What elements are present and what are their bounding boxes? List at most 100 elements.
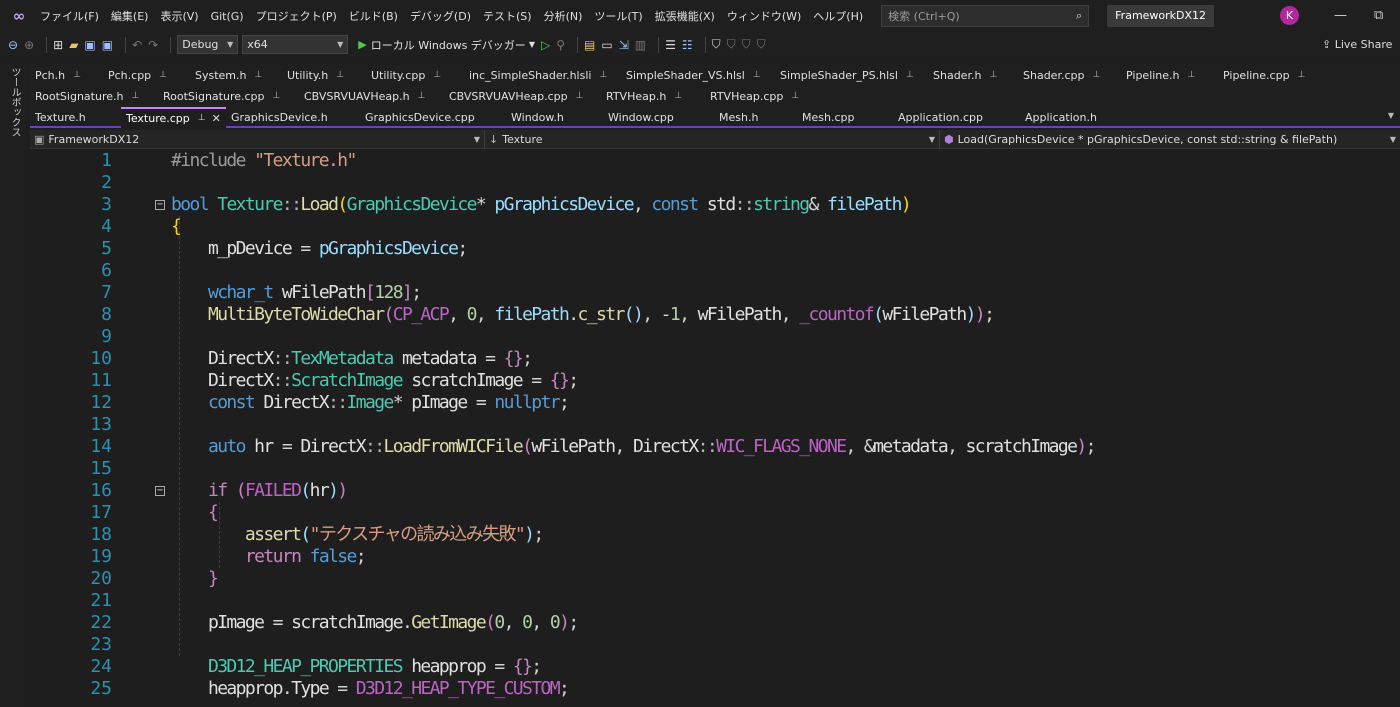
scope-dropdown[interactable]: ↓ Texture ▼: [485, 130, 940, 149]
pin-icon[interactable]: ⊥: [433, 65, 441, 86]
menu-analyze[interactable]: 分析(N): [538, 8, 589, 24]
hot-reload-icon[interactable]: ⚲: [556, 38, 565, 52]
tab-simpleshader-vs[interactable]: SimpleShader_VS.hlsl ⊥: [621, 65, 775, 86]
code-line[interactable]: 6: [30, 260, 1400, 282]
next-bookmark-icon[interactable]: ⛉: [742, 37, 751, 52]
tab-window-cpp[interactable]: Window.cpp: [603, 107, 714, 128]
configuration-dropdown[interactable]: Debug ▼: [177, 35, 239, 54]
tab-rootsignature-cpp[interactable]: RootSignature.cpp ⊥: [158, 86, 299, 107]
undo-icon[interactable]: ↶: [132, 38, 142, 52]
platform-dropdown[interactable]: x64 ▼: [242, 35, 349, 54]
pin-icon[interactable]: ⊥: [131, 86, 139, 107]
menu-project[interactable]: プロジェクト(P): [250, 8, 343, 24]
menu-debug[interactable]: デバッグ(D): [404, 8, 477, 24]
menu-tools[interactable]: ツール(T): [588, 8, 648, 24]
code-line[interactable]: 5 m_pDevice = pGraphicsDevice;: [30, 238, 1400, 260]
bookmark-icon[interactable]: ⛉: [712, 37, 721, 52]
tab-application-h[interactable]: Application.h: [1020, 107, 1135, 128]
tab-graphicsdevice-h[interactable]: GraphicsDevice.h: [226, 107, 360, 128]
close-icon[interactable]: ✕: [212, 108, 221, 129]
comment-icon[interactable]: ☰: [665, 38, 676, 52]
step-icon[interactable]: ⇲: [619, 38, 629, 52]
pin-icon[interactable]: ⊥: [906, 65, 914, 86]
pin-icon[interactable]: ⊥: [1188, 65, 1196, 86]
start-debugging-button[interactable]: ▶ ローカル Windows デバッガー ▼: [358, 37, 535, 53]
tab-shader-h[interactable]: Shader.h ⊥: [928, 65, 1018, 86]
code-line[interactable]: 8 MultiByteToWideChar(CP_ACP, 0, filePat…: [30, 304, 1400, 326]
menu-extensions[interactable]: 拡張機能(X): [649, 8, 721, 24]
tab-overflow-chevron-icon[interactable]: ▼: [1388, 111, 1394, 120]
menu-test[interactable]: テスト(S): [477, 8, 538, 24]
live-share-button[interactable]: ⇪ Live Share: [1322, 38, 1392, 51]
back-icon[interactable]: ⊖: [8, 38, 18, 52]
menu-help[interactable]: ヘルプ(H): [807, 8, 869, 24]
collapse-icon[interactable]: −: [155, 200, 165, 210]
tab-utility-h[interactable]: Utility.h ⊥: [282, 65, 366, 86]
tab-pch-h[interactable]: Pch.h ⊥: [30, 65, 103, 86]
menu-view[interactable]: 表示(V): [154, 8, 204, 24]
save-all-icon[interactable]: ▣: [102, 38, 113, 52]
tab-pch-cpp[interactable]: Pch.cpp ⊥: [103, 65, 190, 86]
code-editor[interactable]: 1 #include "Texture.h" 2 3− bool Texture::…: [30, 150, 1400, 707]
code-line[interactable]: 10 DirectX::TexMetadata metadata = {};: [30, 348, 1400, 370]
pin-icon[interactable]: ⊥: [159, 65, 167, 86]
menu-edit[interactable]: 編集(E): [105, 8, 155, 24]
redo-icon[interactable]: ↷: [148, 38, 158, 52]
code-line[interactable]: 25 heapprop.Type = D3D12_HEAP_TYPE_CUSTO…: [30, 678, 1400, 700]
pin-icon[interactable]: ⊥: [255, 65, 263, 86]
tab-simpleshader-ps[interactable]: SimpleShader_PS.hlsl ⊥: [775, 65, 928, 86]
pin-icon[interactable]: ⊥: [599, 65, 607, 86]
pin-icon[interactable]: ⊥: [1092, 65, 1100, 86]
restore-icon[interactable]: ⧉: [1374, 8, 1383, 23]
member-dropdown[interactable]: ⬢ Load(GraphicsDevice * pGraphicsDevice,…: [940, 130, 1400, 149]
menu-git[interactable]: Git(G): [205, 10, 250, 23]
tab-pipeline-cpp[interactable]: Pipeline.cpp ⊥: [1218, 65, 1328, 86]
tab-rtvheap-cpp[interactable]: RTVHeap.cpp ⊥: [705, 86, 818, 107]
code-line[interactable]: 17 {: [30, 502, 1400, 524]
collapse-icon[interactable]: −: [155, 486, 165, 496]
code-line[interactable]: 1 #include "Texture.h": [30, 150, 1400, 172]
tab-system-h[interactable]: System.h ⊥: [190, 65, 282, 86]
code-line[interactable]: 13: [30, 414, 1400, 436]
clear-bookmarks-icon[interactable]: ⛉: [757, 37, 766, 52]
forward-icon[interactable]: ⊕: [24, 38, 34, 52]
open-folder-icon[interactable]: ▰: [69, 38, 78, 52]
menu-build[interactable]: ビルド(B): [343, 8, 404, 24]
code-line[interactable]: 20 }: [30, 568, 1400, 590]
tab-graphicsdevice-cpp[interactable]: GraphicsDevice.cpp: [360, 107, 506, 128]
code-line[interactable]: 19 return false;: [30, 546, 1400, 568]
toolbox-rail[interactable]: ツールボックス: [0, 63, 27, 707]
project-dropdown[interactable]: ▣ FrameworkDX12 ▼: [30, 130, 485, 149]
code-line[interactable]: 23: [30, 634, 1400, 656]
menu-file[interactable]: ファイル(F): [34, 8, 105, 24]
tab-cbvsrvuavheap-cpp[interactable]: CBVSRVUAVHeap.cpp ⊥: [444, 86, 601, 107]
prev-bookmark-icon[interactable]: ⛉: [727, 37, 736, 52]
pin-icon[interactable]: ⊥: [418, 86, 426, 107]
code-line[interactable]: 11 DirectX::ScratchImage scratchImage = …: [30, 370, 1400, 392]
code-line[interactable]: 3 − bool Texture::Load(GraphicsDevice* pGr…: [30, 194, 1400, 216]
tab-utility-cpp[interactable]: Utility.cpp ⊥: [366, 65, 464, 86]
new-project-icon[interactable]: ⊞: [53, 38, 63, 52]
minimize-icon[interactable]: —: [1334, 8, 1347, 23]
tab-cbvsrvuavheap-h[interactable]: CBVSRVUAVHeap.h ⊥: [299, 86, 444, 107]
browse-icon[interactable]: ▤: [584, 38, 595, 52]
layout-icon[interactable]: ▭: [601, 38, 612, 52]
user-avatar[interactable]: K: [1280, 6, 1299, 25]
pin-icon[interactable]: ⊥: [198, 108, 206, 129]
code-line[interactable]: 14 auto hr = DirectX::LoadFromWICFile(wF…: [30, 436, 1400, 458]
pin-icon[interactable]: ⊥: [753, 65, 761, 86]
tab-rtvheap-h[interactable]: RTVHeap.h ⊥: [601, 86, 705, 107]
visual-studio-logo-icon[interactable]: ∞: [4, 0, 34, 32]
code-line[interactable]: 18 assert("テクスチャの読み込み失敗");: [30, 524, 1400, 546]
tab-texture-h[interactable]: Texture.h: [30, 107, 121, 128]
code-line[interactable]: 16 − if (FAILED(hr)): [30, 480, 1400, 502]
tab-mesh-cpp[interactable]: Mesh.cpp: [797, 107, 893, 128]
pin-icon[interactable]: ⊥: [73, 65, 81, 86]
code-line[interactable]: 4{: [30, 216, 1400, 238]
tab-inc-simpleshader[interactable]: inc_SimpleShader.hlsli ⊥: [464, 65, 621, 86]
code-line[interactable]: 22 pImage = scratchImage.GetImage(0, 0, …: [30, 612, 1400, 634]
tab-texture-cpp[interactable]: Texture.cpp ⊥ ✕: [121, 107, 226, 128]
pin-icon[interactable]: ⊥: [576, 86, 584, 107]
format-icon[interactable]: ▥: [635, 38, 646, 52]
search-input[interactable]: 検索 (Ctrl+Q) ⌕: [881, 5, 1090, 27]
